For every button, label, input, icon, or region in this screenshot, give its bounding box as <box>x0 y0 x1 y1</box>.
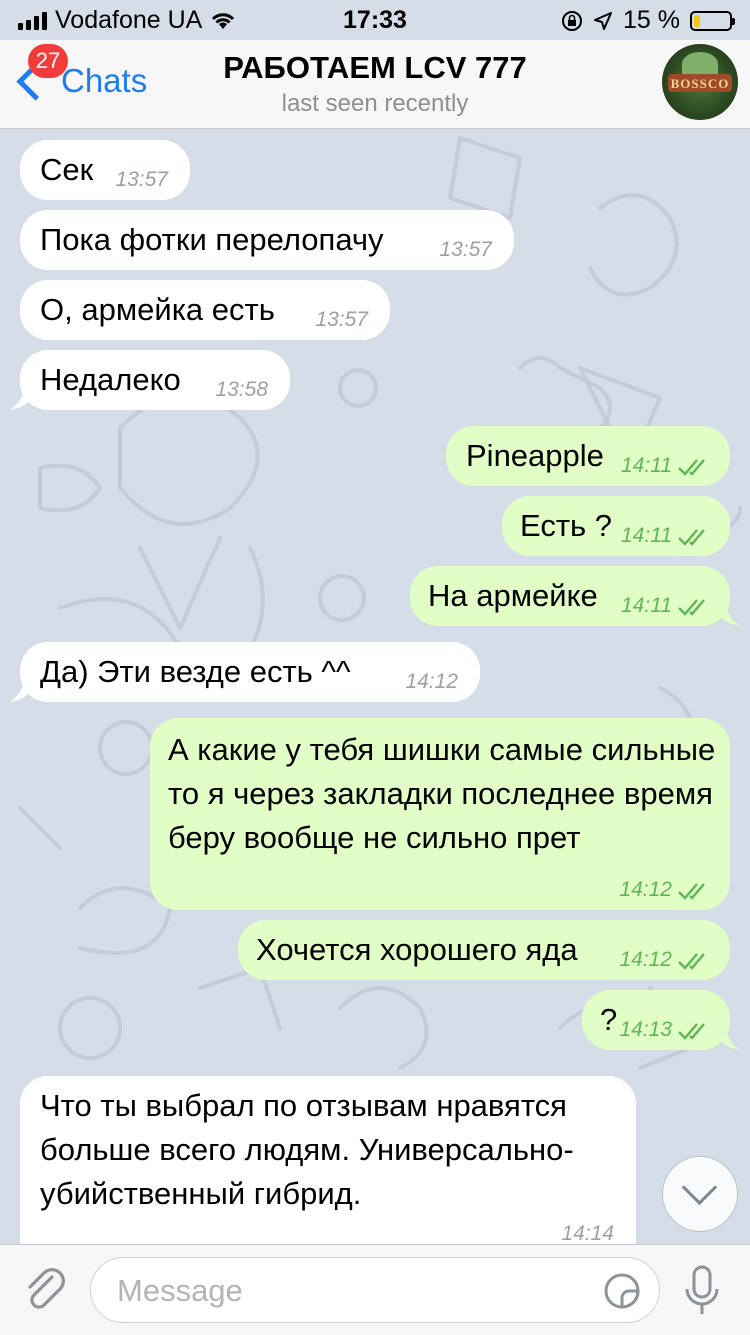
message-text: Хочется хорошего яда <box>256 932 578 967</box>
bubble-tail <box>716 602 740 626</box>
avatar[interactable]: BOSSCO <box>662 44 738 120</box>
message-outgoing[interactable]: А какие у тебя шишки самые сильные то я … <box>150 718 730 910</box>
paperclip-icon[interactable] <box>22 1265 68 1315</box>
read-checkmarks-icon <box>678 1023 705 1040</box>
message-incoming[interactable]: Что ты выбрал по отзывам нравятся больше… <box>20 1076 636 1266</box>
message-text: Сек <box>40 152 94 187</box>
message-text: Pineapple <box>466 438 604 473</box>
message-outgoing[interactable]: ? 14:13 <box>582 990 740 1050</box>
message-time: 14:12 <box>619 878 672 901</box>
read-checkmarks-icon <box>678 529 705 546</box>
message-incoming[interactable]: Пока фотки перелопачу 13:57 <box>20 210 514 270</box>
bubble-tail <box>10 386 34 410</box>
message-time: 14:13 <box>619 1018 672 1041</box>
message-incoming[interactable]: Сек 13:57 <box>20 140 190 200</box>
message-time: 14:12 <box>619 948 672 971</box>
message-input[interactable] <box>115 1268 579 1314</box>
composer-bar <box>0 1244 750 1335</box>
message-time: 14:14 <box>561 1222 614 1245</box>
leaf-icon <box>682 52 718 76</box>
message-text: О, армейка есть <box>40 292 275 327</box>
message-text: Пока фотки перелопачу <box>40 222 384 257</box>
message-text: Есть ? <box>520 508 613 543</box>
message-outgoing[interactable]: Pineapple 14:11 <box>446 426 730 486</box>
message-time: 14:11 <box>621 454 672 477</box>
message-outgoing[interactable]: На армейке 14:11 <box>410 566 740 626</box>
message-incoming[interactable]: О, армейка есть 13:57 <box>20 280 390 340</box>
bubble-tail <box>10 678 34 702</box>
chevron-down-icon <box>681 1169 718 1206</box>
message-outgoing[interactable]: Есть ? 14:11 <box>502 496 730 556</box>
message-time: 13:57 <box>115 168 168 191</box>
message-text: ? <box>600 1002 618 1037</box>
message-text: А какие у тебя шишки самые сильные то я … <box>168 732 716 855</box>
chat-header: Chats 27 РАБОТАЕМ LCV 777 last seen rece… <box>0 40 750 129</box>
read-checkmarks-icon <box>678 459 705 476</box>
chat-title[interactable]: РАБОТАЕМ LCV 777 <box>0 50 750 86</box>
message-text: Да) Эти везде есть ^^ <box>40 654 351 689</box>
message-field <box>90 1257 660 1323</box>
location-icon <box>594 11 613 30</box>
battery-percent: 15 % <box>623 6 680 34</box>
scroll-down-button[interactable] <box>662 1156 738 1232</box>
avatar-logo-text: BOSSCO <box>670 76 730 91</box>
message-incoming[interactable]: Да) Эти везде есть ^^ 14:12 <box>10 642 480 702</box>
message-time: 13:57 <box>315 308 368 331</box>
microphone-icon[interactable] <box>682 1263 722 1319</box>
status-bar: Vodafone UA 17:33 15 % <box>0 0 750 40</box>
message-time: 14:11 <box>621 524 672 547</box>
message-outgoing[interactable]: Хочется хорошего яда 14:12 <box>238 920 730 980</box>
message-text: Недалеко <box>40 362 181 397</box>
sticker-icon[interactable] <box>603 1272 641 1310</box>
bubble-tail <box>716 1026 740 1050</box>
message-text: На армейке <box>428 578 598 613</box>
orientation-lock-icon <box>562 10 583 31</box>
message-time: 14:11 <box>621 594 672 617</box>
chat-status: last seen recently <box>281 90 469 117</box>
message-incoming[interactable]: Недалеко 13:58 <box>10 350 290 410</box>
message-time: 14:12 <box>405 670 458 693</box>
read-checkmarks-icon <box>678 599 705 616</box>
battery-icon <box>690 10 735 31</box>
read-checkmarks-icon <box>678 953 705 970</box>
message-text: Что ты выбрал по отзывам нравятся больше… <box>40 1088 574 1211</box>
message-time: 13:58 <box>215 378 268 401</box>
read-checkmarks-icon <box>678 883 705 900</box>
message-time: 13:57 <box>439 238 492 261</box>
status-right: 15 % <box>561 6 735 35</box>
